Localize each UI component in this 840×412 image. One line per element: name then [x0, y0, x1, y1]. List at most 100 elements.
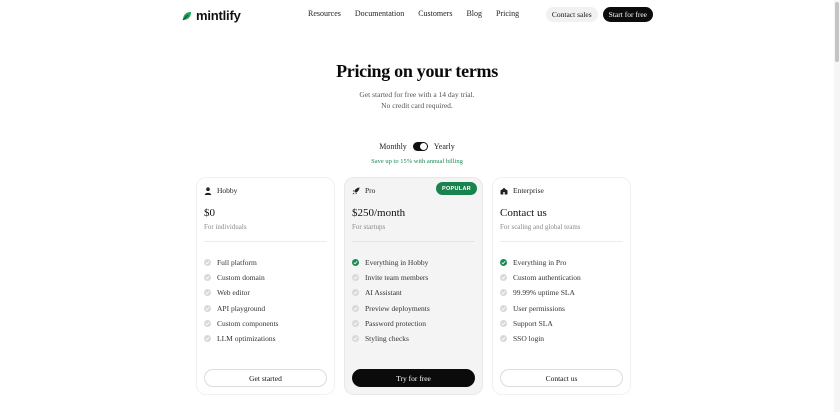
top-nav: mintlify Resources Documentation Custome…	[0, 0, 840, 30]
check-icon	[500, 289, 507, 297]
feature-label: API playground	[217, 303, 266, 313]
feature-item: Invite team members	[352, 270, 430, 285]
annual-savings-note: Save up to 15% with annual billing	[371, 158, 463, 165]
feature-label: SSO login	[513, 334, 545, 344]
page-scrollbar[interactable]	[834, 0, 840, 412]
check-icon	[204, 259, 211, 267]
check-icon	[204, 335, 211, 343]
plan-header: Pro	[352, 186, 375, 195]
feature-label: Web editor	[217, 288, 250, 298]
feature-item: User permissions	[500, 301, 581, 316]
feature-list: Full platform Custom domain Web editor A…	[204, 255, 278, 346]
check-icon	[352, 289, 359, 297]
check-icon	[500, 274, 507, 282]
plan-name: Pro	[365, 186, 376, 195]
feature-item: Full platform	[204, 255, 278, 270]
divider	[500, 241, 623, 242]
get-started-button[interactable]: Get started	[204, 369, 327, 387]
hero-subtitle-line1: Get started for free with a 14 day trial…	[359, 90, 475, 99]
feature-label: Everything in Hobby	[365, 258, 429, 268]
check-icon	[500, 259, 507, 267]
check-icon	[500, 304, 507, 312]
billing-toggle-row: Monthly Yearly	[0, 142, 834, 151]
feature-item: Everything in Hobby	[352, 255, 430, 270]
check-icon	[204, 304, 211, 312]
feature-label: Styling checks	[365, 334, 409, 344]
plan-card-pro: Pro POPULAR $250/month For startups Ever…	[345, 178, 482, 394]
nav-link-resources[interactable]: Resources	[308, 9, 341, 18]
plan-card-hobby: Hobby $0 For individuals Full platform C…	[197, 178, 334, 394]
toggle-knob	[419, 143, 427, 150]
feature-label: Password protection	[365, 318, 427, 328]
feature-item: LLM optimizations	[204, 331, 278, 346]
building-icon	[500, 187, 508, 195]
feature-label: AI Assistant	[365, 288, 402, 298]
page-title: Pricing on your terms	[336, 61, 498, 81]
feature-item: Preview deployments	[352, 301, 430, 316]
feature-item: 99.99% uptime SLA	[500, 285, 581, 300]
feature-label: LLM optimizations	[217, 334, 276, 344]
plan-price: $0	[204, 207, 215, 219]
check-icon	[204, 289, 211, 297]
divider	[204, 241, 327, 242]
feature-label: Everything in Pro	[513, 258, 567, 268]
start-for-free-button[interactable]: Start for free	[602, 7, 653, 22]
billing-monthly-label[interactable]: Monthly	[379, 142, 407, 151]
try-for-free-button[interactable]: Try for free	[352, 369, 475, 387]
check-icon	[500, 319, 507, 327]
hero-subtitle-line2: No credit card required.	[381, 101, 453, 110]
feature-label: Custom authentication	[513, 273, 581, 283]
feature-list: Everything in Pro Custom authentication …	[500, 255, 581, 346]
plan-name: Enterprise	[513, 186, 544, 195]
check-icon	[204, 319, 211, 327]
feature-label: Custom components	[217, 318, 279, 328]
mintlify-leaf-icon	[181, 9, 193, 21]
check-icon	[352, 274, 359, 282]
popular-badge: POPULAR	[436, 182, 477, 195]
feature-label: User permissions	[513, 303, 565, 313]
divider	[352, 241, 475, 242]
check-icon	[204, 274, 211, 282]
logo[interactable]: mintlify	[181, 7, 241, 23]
feature-item: Styling checks	[352, 331, 430, 346]
plan-name: Hobby	[217, 186, 238, 195]
plan-card-enterprise: Enterprise Contact us For scaling and gl…	[493, 178, 630, 394]
check-icon	[352, 304, 359, 312]
contact-us-button[interactable]: Contact us	[500, 369, 623, 387]
contact-sales-button[interactable]: Contact sales	[545, 7, 598, 22]
logo-text: mintlify	[196, 7, 241, 23]
feature-list: Everything in Hobby Invite team members …	[352, 255, 430, 346]
nav-link-customers[interactable]: Customers	[418, 9, 452, 18]
feature-item: Custom domain	[204, 270, 278, 285]
feature-item: Custom authentication	[500, 270, 581, 285]
feature-item: Everything in Pro	[500, 255, 581, 270]
check-icon	[352, 319, 359, 327]
nav-link-pricing[interactable]: Pricing	[496, 9, 519, 18]
feature-label: Full platform	[217, 258, 257, 268]
plan-tagline: For scaling and global teams	[500, 223, 581, 231]
scrollbar-thumb[interactable]	[835, 2, 839, 62]
nav-link-blog[interactable]: Blog	[466, 9, 482, 18]
feature-label: Custom domain	[217, 273, 265, 283]
feature-item: SSO login	[500, 331, 581, 346]
feature-item: Support SLA	[500, 316, 581, 331]
feature-label: Support SLA	[513, 318, 553, 328]
plan-header: Hobby	[204, 186, 237, 195]
feature-label: Invite team members	[365, 273, 429, 283]
plan-header: Enterprise	[500, 186, 544, 195]
user-icon	[204, 186, 212, 195]
nav-actions: Contact sales Start for free	[545, 7, 653, 22]
nav-link-documentation[interactable]: Documentation	[355, 9, 404, 18]
plan-tagline: For individuals	[204, 223, 247, 231]
plan-price: $250/month	[352, 207, 406, 219]
feature-item: Custom components	[204, 316, 278, 331]
billing-yearly-label[interactable]: Yearly	[434, 142, 455, 151]
feature-label: Preview deployments	[365, 303, 430, 313]
check-icon	[352, 259, 359, 267]
feature-label: 99.99% uptime SLA	[513, 288, 575, 298]
nav-links: Resources Documentation Customers Blog P…	[308, 9, 533, 18]
billing-toggle[interactable]	[412, 142, 428, 151]
check-icon	[500, 335, 507, 343]
feature-item: API playground	[204, 301, 278, 316]
check-icon	[352, 335, 359, 343]
